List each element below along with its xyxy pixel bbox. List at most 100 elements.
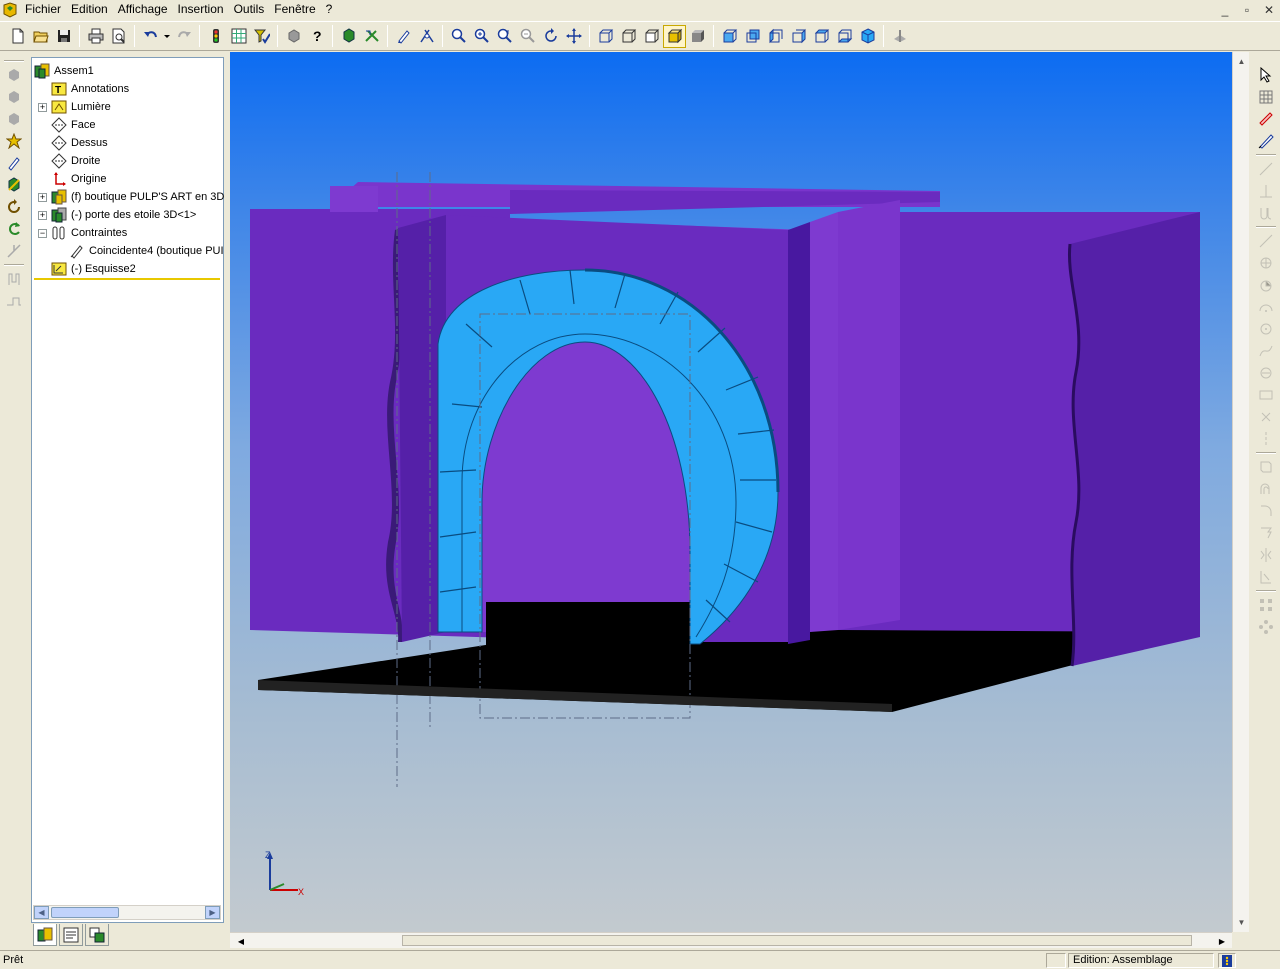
zoom-window-icon[interactable] — [470, 25, 493, 48]
tree-item-dessus[interactable]: Dessus — [38, 134, 108, 152]
menu-edition[interactable]: Edition — [66, 0, 113, 19]
tree-item-droite[interactable]: Droite — [38, 152, 100, 170]
scroll-up-icon[interactable]: ▲ — [1234, 54, 1249, 69]
tree-horizontal-scrollbar[interactable]: ◀ ▶ — [33, 905, 221, 920]
menu-fichier[interactable]: Fichier — [20, 0, 66, 19]
fillet-icon[interactable] — [1254, 456, 1278, 478]
section-view-icon[interactable] — [888, 25, 911, 48]
line-icon[interactable] — [1254, 158, 1278, 180]
centerline-icon[interactable] — [1254, 428, 1278, 450]
move-component-side-icon[interactable] — [2, 174, 26, 196]
tree-item-coincidente4[interactable]: Coincidente4 (boutique PUI — [56, 242, 224, 260]
hidden-lines-visible-icon[interactable] — [617, 25, 640, 48]
smart-fasteners-icon[interactable] — [2, 290, 26, 312]
rebuild-indicator-icon[interactable] — [1218, 953, 1236, 968]
scroll-thumb[interactable] — [402, 935, 1192, 946]
scroll-right-icon[interactable]: ▶ — [205, 906, 220, 919]
spline-icon[interactable] — [1254, 340, 1278, 362]
shaded-icon[interactable] — [686, 25, 709, 48]
solidworks-logo-icon[interactable] — [0, 0, 20, 19]
three-point-arc-icon[interactable] — [1254, 274, 1278, 296]
scroll-right-icon[interactable]: ▶ — [1215, 934, 1229, 948]
hide-component-icon[interactable] — [2, 86, 26, 108]
undo-dropdown-icon[interactable] — [162, 25, 172, 48]
circle-center-icon[interactable] — [1254, 318, 1278, 340]
tree-item-esquisse2[interactable]: (-) Esquisse2 — [38, 260, 136, 278]
tree-item-porte[interactable]: + (-) porte des etoile 3D<1> — [38, 206, 196, 224]
pan-icon[interactable] — [562, 25, 585, 48]
viewport-split-handle[interactable] — [1232, 932, 1249, 948]
tree-item-boutique[interactable]: + (f) boutique PULP'S ART en 3D — [38, 188, 224, 206]
view-bottom-icon[interactable] — [833, 25, 856, 48]
move-entities-icon[interactable] — [1254, 566, 1278, 588]
scroll-left-icon[interactable]: ◀ — [34, 906, 49, 919]
menu-help[interactable]: ? — [321, 0, 338, 19]
mate-icon[interactable] — [2, 152, 26, 174]
smart-dimension-icon[interactable] — [1254, 130, 1278, 152]
zoom-fit-icon[interactable] — [447, 25, 470, 48]
smart-mate-icon[interactable] — [415, 25, 438, 48]
view-top-icon[interactable] — [810, 25, 833, 48]
menu-insertion[interactable]: Insertion — [173, 0, 229, 19]
grid-snap-icon[interactable] — [1254, 86, 1278, 108]
redo-icon[interactable] — [172, 25, 195, 48]
rotate-view-icon[interactable] — [539, 25, 562, 48]
arc-icon[interactable] — [1254, 230, 1278, 252]
restore-button[interactable]: ▫ — [1236, 1, 1258, 18]
viewport-vertical-scrollbar[interactable]: ▲ ▼ — [1232, 52, 1249, 932]
menu-fenetre[interactable]: Fenêtre — [269, 0, 320, 19]
view-right-icon[interactable] — [787, 25, 810, 48]
tree-item-lumiere[interactable]: + Lumière — [38, 98, 111, 116]
sketch-icon[interactable] — [1254, 108, 1278, 130]
help-icon[interactable]: ? — [305, 25, 328, 48]
change-suppression-icon[interactable] — [2, 130, 26, 152]
scroll-down-icon[interactable]: ▼ — [1234, 915, 1249, 930]
insert-component-icon[interactable] — [2, 64, 26, 86]
trim-icon[interactable] — [1254, 500, 1278, 522]
point-icon[interactable] — [1254, 406, 1278, 428]
close-button[interactable]: ✕ — [1258, 1, 1280, 18]
ellipse-icon[interactable] — [1254, 362, 1278, 384]
tree-item-annotations[interactable]: T Annotations — [38, 80, 129, 98]
view-left-icon[interactable] — [764, 25, 787, 48]
circular-pattern-icon[interactable] — [1254, 616, 1278, 638]
collapse-toggle[interactable]: − — [38, 228, 47, 238]
extend-icon[interactable] — [1254, 522, 1278, 544]
circle-icon[interactable] — [1254, 202, 1278, 224]
print-icon[interactable] — [84, 25, 107, 48]
collision-detection-icon[interactable] — [2, 218, 26, 240]
linear-pattern-icon[interactable] — [1254, 594, 1278, 616]
change-transparency-icon[interactable] — [2, 108, 26, 130]
grid-icon[interactable] — [227, 25, 250, 48]
rotate-component-side-icon[interactable] — [2, 196, 26, 218]
assembly-model[interactable] — [230, 52, 1232, 932]
rectangle-icon[interactable] — [1254, 180, 1278, 202]
move-component-icon[interactable] — [337, 25, 360, 48]
offset-icon[interactable] — [1254, 478, 1278, 500]
view-front-icon[interactable] — [718, 25, 741, 48]
pencil-icon[interactable] — [392, 25, 415, 48]
menu-affichage[interactable]: Affichage — [113, 0, 173, 19]
view-back-icon[interactable] — [741, 25, 764, 48]
minimize-button[interactable]: _ — [1214, 1, 1236, 18]
component-icon[interactable] — [282, 25, 305, 48]
menu-outils[interactable]: Outils — [229, 0, 270, 19]
configuration-manager-tab[interactable] — [85, 924, 109, 946]
scroll-thumb[interactable] — [51, 907, 119, 918]
shaded-edges-icon[interactable] — [663, 24, 686, 48]
view-isometric-icon[interactable] — [856, 25, 879, 48]
rotate-component-icon[interactable] — [360, 25, 383, 48]
new-document-icon[interactable] — [6, 25, 29, 48]
centerpoint-arc-icon[interactable] — [1254, 296, 1278, 318]
rectangle-tool-icon[interactable] — [1254, 384, 1278, 406]
zoom-in-out-icon[interactable] — [493, 25, 516, 48]
tangent-arc-icon[interactable] — [1254, 252, 1278, 274]
tree-item-assem1[interactable]: Assem1 — [34, 62, 94, 80]
property-manager-tab[interactable] — [59, 924, 83, 946]
print-preview-icon[interactable] — [107, 25, 130, 48]
graphics-area[interactable]: Z X — [230, 52, 1232, 932]
save-icon[interactable] — [52, 25, 75, 48]
rollback-bar[interactable] — [34, 278, 220, 280]
select-filter-icon[interactable] — [250, 25, 273, 48]
expand-toggle[interactable]: + — [38, 102, 47, 112]
